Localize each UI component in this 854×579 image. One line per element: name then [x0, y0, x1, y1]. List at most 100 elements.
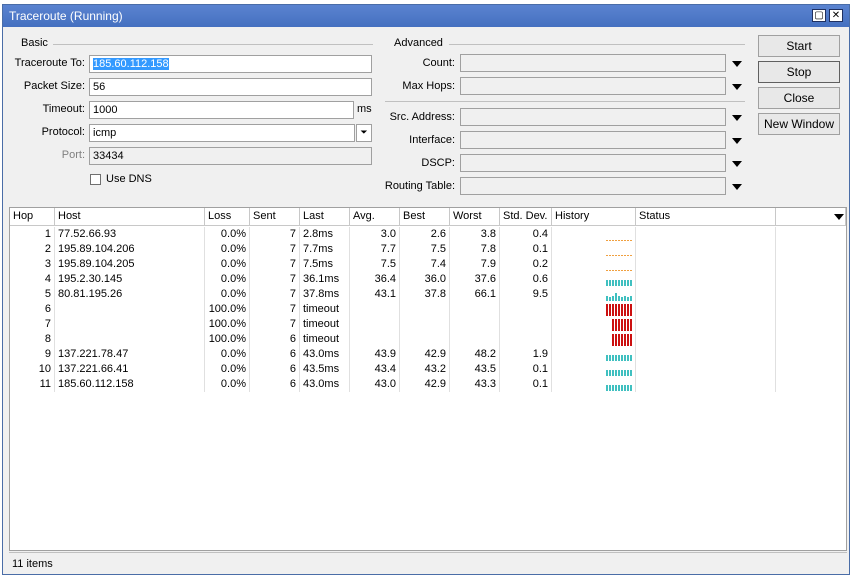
history-bar — [624, 296, 626, 301]
table-row[interactable]: 2 195.89.104.206 0.0% 7 7.7ms 7.7 7.5 7.8 0.1 — [10, 242, 846, 257]
basic-divider — [53, 44, 373, 45]
results-table[interactable]: Hop Host Loss Sent Last Avg. Best Worst Std. Dev… — [9, 207, 847, 551]
max-hops-input[interactable] — [460, 77, 726, 95]
table-row[interactable]: 3 195.89.104.205 0.0% 7 7.5ms 7.5 7.4 7.9 0.2 — [10, 257, 846, 272]
dscp-dropdown-icon[interactable] — [732, 161, 742, 167]
column-header-loss[interactable]: Loss — [205, 208, 250, 226]
count-dropdown-icon[interactable] — [732, 61, 742, 67]
cell-host: 80.81.195.26 — [55, 287, 205, 302]
packet-size-input[interactable]: 56 — [89, 78, 372, 96]
protocol-select[interactable]: icmp — [89, 124, 355, 142]
column-header-sent[interactable]: Sent — [250, 208, 300, 226]
cell-last: 43.0ms — [300, 347, 350, 362]
cell-worst: 66.1 — [450, 287, 500, 302]
count-label: Count: — [422, 57, 455, 69]
column-header-status[interactable]: Status — [636, 208, 776, 226]
cell-worst: 7.8 — [450, 242, 500, 257]
cell-std: 0.4 — [500, 227, 552, 242]
cell-worst: 48.2 — [450, 347, 500, 362]
cell-best: 2.6 — [400, 227, 450, 242]
cell-avg: 43.1 — [350, 287, 400, 302]
column-menu-dropdown-icon[interactable] — [834, 214, 844, 220]
title-bar[interactable]: Traceroute (Running) ▢ ✕ — [3, 5, 849, 27]
history-bar — [630, 240, 632, 241]
close-button[interactable]: Close — [758, 87, 840, 109]
max-hops-dropdown-icon[interactable] — [732, 84, 742, 90]
status-cell — [636, 272, 776, 287]
cell-sent: 7 — [250, 287, 300, 302]
history-bar — [615, 370, 617, 376]
cell-host: 137.221.78.47 — [55, 347, 205, 362]
use-dns-checkbox[interactable] — [90, 174, 101, 185]
table-row[interactable]: 11 185.60.112.158 0.0% 6 43.0ms 43.0 42.9 43.3 0… — [10, 377, 846, 392]
status-cell — [636, 317, 776, 332]
cell-worst — [450, 332, 500, 347]
column-header-avg[interactable]: Avg. — [350, 208, 400, 226]
history-bar — [618, 334, 620, 346]
protocol-dropdown-button[interactable]: ⏷ — [356, 124, 372, 142]
item-count: 11 items — [12, 558, 53, 570]
cell-sent: 6 — [250, 332, 300, 347]
history-bar — [615, 385, 617, 391]
cell-avg — [350, 302, 400, 317]
timeout-input[interactable]: 1000 — [89, 101, 354, 119]
history-bar — [627, 385, 629, 391]
cell-loss: 100.0% — [205, 302, 250, 317]
history-bar — [606, 240, 608, 241]
timeout-label: Timeout: — [42, 103, 85, 115]
advanced-group-label: Advanced — [394, 37, 443, 49]
cell-loss: 100.0% — [205, 332, 250, 347]
dscp-input[interactable] — [460, 154, 726, 172]
traceroute-to-input[interactable]: 185.60.112.158 — [89, 55, 372, 73]
table-row[interactable]: 1 77.52.66.93 0.0% 7 2.8ms 3.0 2.6 3.8 0.4 — [10, 227, 846, 242]
status-cell — [636, 242, 776, 257]
history-bar — [615, 293, 617, 301]
routing-table-input[interactable] — [460, 177, 726, 195]
interface-input[interactable] — [460, 131, 726, 149]
history-bar — [615, 355, 617, 361]
column-header-hop[interactable]: Hop — [10, 208, 55, 226]
table-row[interactable]: 9 137.221.78.47 0.0% 6 43.0ms 43.9 42.9 48.2 1.9 — [10, 347, 846, 362]
table-row[interactable]: 5 80.81.195.26 0.0% 7 37.8ms 43.1 37.8 66.1 9.5 — [10, 287, 846, 302]
cell-host: 195.2.30.145 — [55, 272, 205, 287]
count-input[interactable] — [460, 54, 726, 72]
src-address-input[interactable] — [460, 108, 726, 126]
cell-std: 0.2 — [500, 257, 552, 272]
routing-table-dropdown-icon[interactable] — [732, 184, 742, 190]
history-bar — [630, 385, 632, 391]
history-bar — [627, 319, 629, 331]
new-window-button[interactable]: New Window — [758, 113, 840, 135]
table-row[interactable]: 8 100.0% 6 timeout — [10, 332, 846, 347]
table-row[interactable]: 6 100.0% 7 timeout — [10, 302, 846, 317]
routing-table-label: Routing Table: — [384, 180, 455, 192]
maximize-button[interactable]: ▢ — [812, 9, 826, 22]
cell-loss: 0.0% — [205, 347, 250, 362]
cell-best: 42.9 — [400, 347, 450, 362]
column-header-best[interactable]: Best — [400, 208, 450, 226]
port-input[interactable]: 33434 — [89, 147, 372, 165]
column-header-stddev[interactable]: Std. Dev. — [500, 208, 552, 226]
history-bar — [615, 270, 617, 271]
cell-hop: 5 — [10, 287, 55, 302]
column-header-last[interactable]: Last — [300, 208, 350, 226]
column-header-worst[interactable]: Worst — [450, 208, 500, 226]
column-header-history[interactable]: History — [552, 208, 636, 226]
src-address-dropdown-icon[interactable] — [732, 115, 742, 121]
cell-best — [400, 302, 450, 317]
history-bar — [612, 255, 614, 256]
cell-last: timeout — [300, 302, 350, 317]
interface-dropdown-icon[interactable] — [732, 138, 742, 144]
table-row[interactable]: 7 100.0% 7 timeout — [10, 317, 846, 332]
stop-button[interactable]: Stop — [758, 61, 840, 83]
cell-avg: 36.4 — [350, 272, 400, 287]
column-header-host[interactable]: Host — [55, 208, 205, 226]
table-row[interactable]: 10 137.221.66.41 0.0% 6 43.5ms 43.4 43.2 43.5 0.… — [10, 362, 846, 377]
start-button[interactable]: Start — [758, 35, 840, 57]
history-bar — [618, 319, 620, 331]
history-bar — [630, 255, 632, 256]
history-bar — [612, 240, 614, 241]
table-row[interactable]: 4 195.2.30.145 0.0% 7 36.1ms 36.4 36.0 37.6 0.6 — [10, 272, 846, 287]
status-cell — [636, 302, 776, 317]
close-window-button[interactable]: ✕ — [829, 9, 843, 22]
cell-hop: 2 — [10, 242, 55, 257]
